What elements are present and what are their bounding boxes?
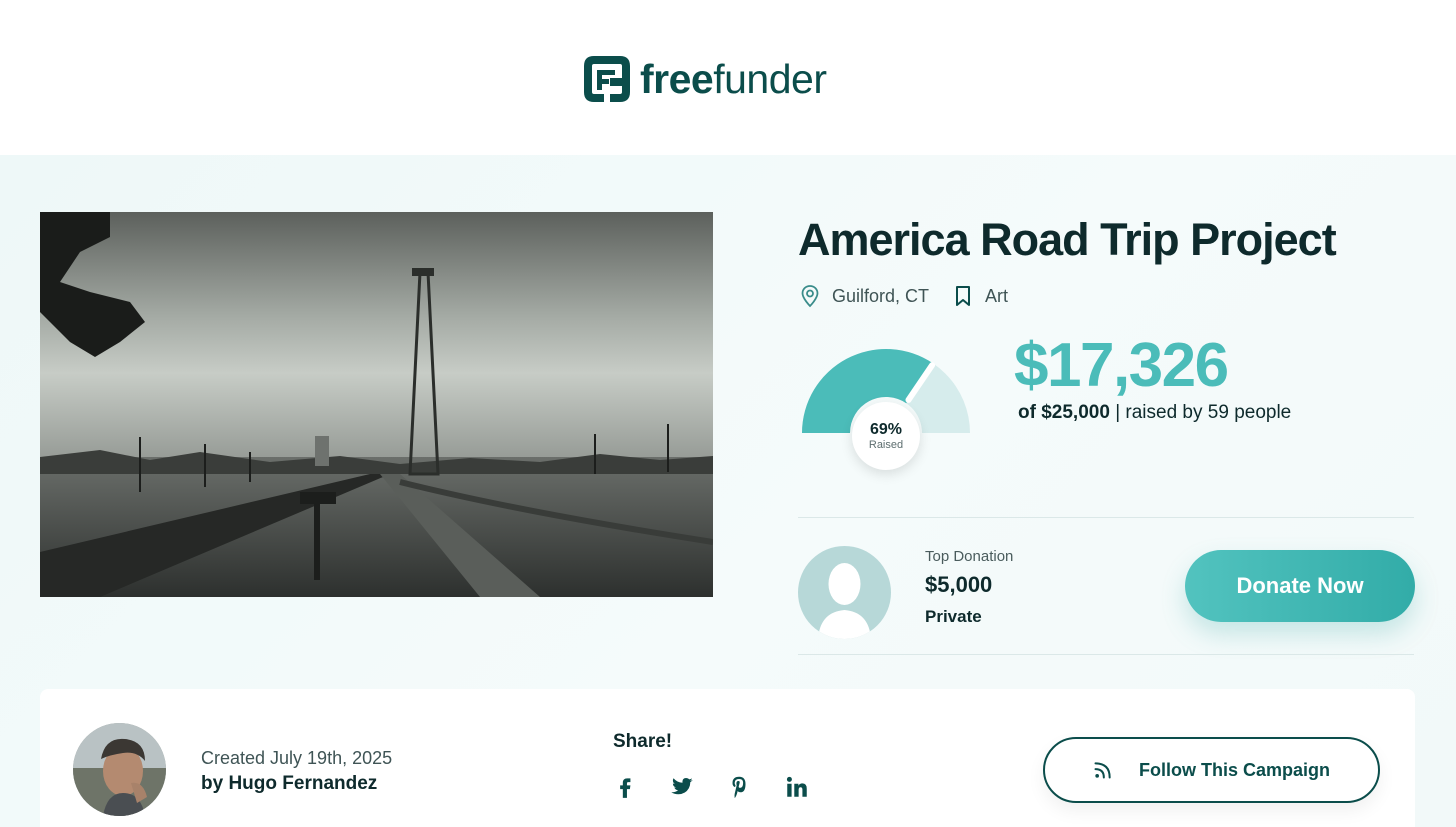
bookmark-icon (956, 286, 971, 306)
goal-amount: of $25,000 (1018, 402, 1110, 423)
percent-raised: 69% (869, 421, 903, 438)
amount-raised: $17,326 (1014, 331, 1229, 400)
logo-wordmark: freefunder (640, 55, 827, 102)
twitter-icon[interactable] (667, 772, 697, 802)
campaign-photo (40, 212, 713, 597)
logo-mark-icon (584, 56, 630, 102)
campaign-meta: Guilford, CT Art (798, 284, 1030, 308)
pinterest-icon[interactable] (724, 772, 754, 802)
donor-avatar (798, 546, 891, 639)
location-label: Guilford, CT (832, 285, 930, 306)
gauge-badge: 69% Raised (852, 402, 920, 470)
created-date: Created July 19th, 2025 (201, 748, 393, 768)
freefunder-logo[interactable]: freefunder (580, 52, 827, 106)
top-donation-label: Top Donation (925, 548, 1014, 565)
share-label: Share! (613, 731, 673, 752)
site-header: freefunder (0, 0, 1456, 155)
location: Guilford, CT (798, 284, 929, 308)
category-label: Art (985, 285, 1009, 306)
creator-name[interactable]: by Hugo Fernandez (201, 773, 377, 795)
creator-avatar[interactable] (73, 723, 166, 816)
follow-campaign-label: Follow This Campaign (1138, 759, 1330, 780)
divider-bottom (798, 654, 1414, 655)
location-pin-icon (801, 285, 819, 308)
rss-icon (1094, 762, 1111, 779)
donate-now-button[interactable]: Donate Now (1185, 550, 1415, 622)
goal-line: of $25,000 | raised by 59 people (1018, 402, 1291, 424)
supporters-count: | raised by 59 people (1115, 402, 1292, 423)
follow-campaign-button[interactable]: Follow This Campaign (1043, 737, 1380, 803)
linkedin-icon[interactable] (782, 772, 812, 802)
top-donation-donor: Private (925, 607, 982, 626)
facebook-icon[interactable] (610, 772, 640, 802)
percent-caption: Raised (868, 439, 904, 451)
category[interactable]: Art (951, 284, 1008, 308)
campaign-title: America Road Trip Project (798, 214, 1337, 265)
top-donation-amount: $5,000 (925, 572, 993, 597)
person-silhouette-icon (818, 563, 871, 639)
divider-top (798, 517, 1414, 518)
